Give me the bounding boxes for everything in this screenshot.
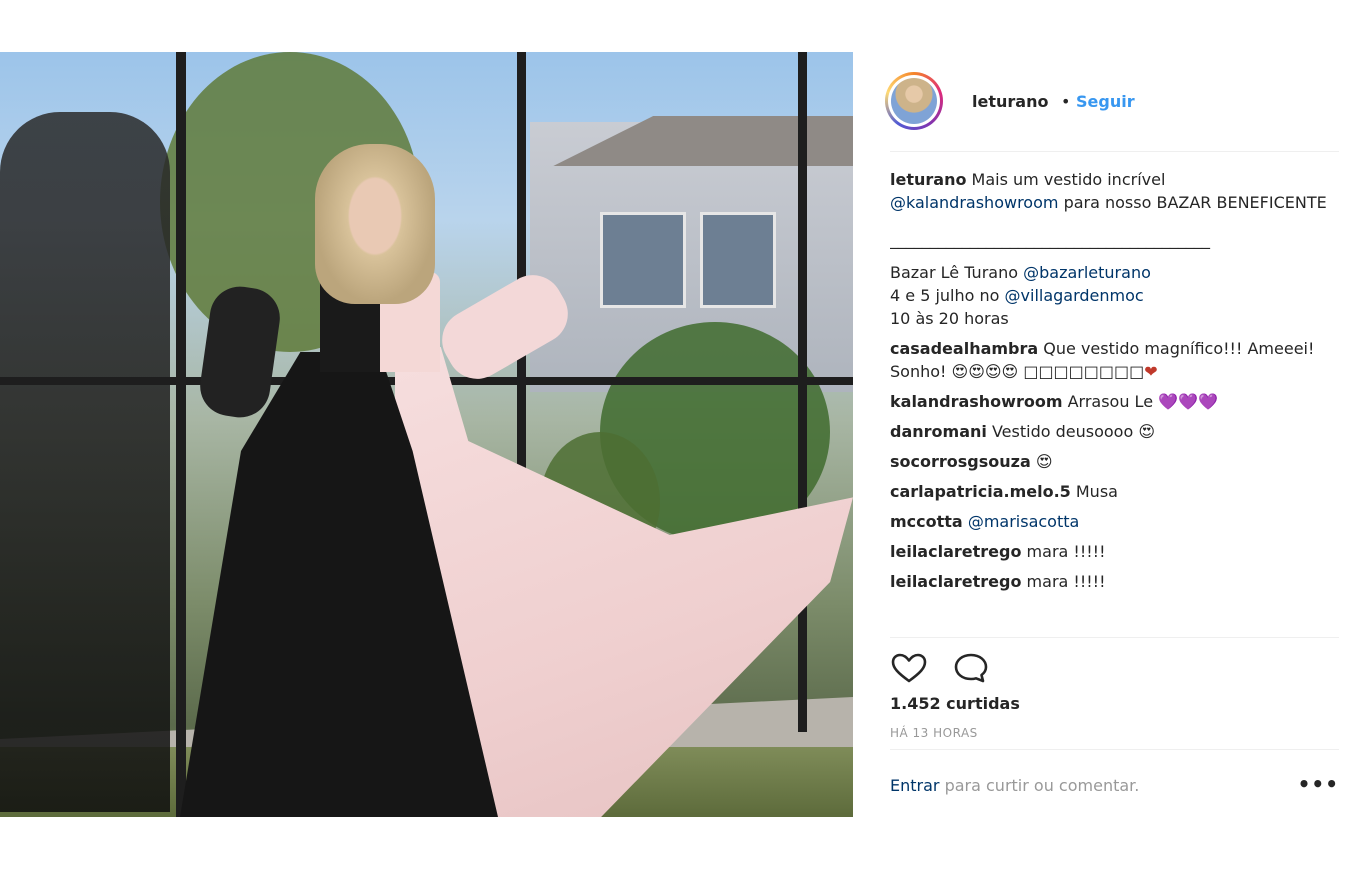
caption-divider: ________________________________________ [890,230,1210,249]
comment-username[interactable]: leilaclaretrego [890,542,1021,561]
post-timestamp[interactable]: HÁ 13 HORAS [890,726,978,740]
house-window [700,212,776,308]
window-frame [176,52,186,817]
story-ring [885,72,943,130]
avatar-image [891,78,937,124]
house-window [600,212,686,308]
comment-username[interactable]: mccotta [890,512,963,531]
caption-text: 4 e 5 julho no [890,286,1000,305]
comment: socorrosgsouza 😍 [890,450,1339,473]
purple-heart-icon: 💜💜💜 [1158,392,1218,411]
red-heart-icon: ❤ [1144,362,1158,381]
comment: kalandrashowroom Arrasou Le 💜💜💜 [890,390,1339,413]
more-options-icon[interactable]: ••• [1298,772,1339,796]
window-frame [798,52,807,732]
comment: leilaclaretrego mara !!!!! [890,570,1339,593]
like-count[interactable]: 1.452 curtidas [890,694,1020,713]
comment-bubble-icon[interactable] [952,652,990,684]
comment-text: 😍 [1035,452,1053,471]
model-head [315,144,435,304]
post-image[interactable] [0,52,853,817]
comment: carlapatricia.melo.5 Musa [890,480,1339,503]
post-actions: 1.452 curtidas HÁ 13 HORAS [890,637,1339,750]
avatar[interactable] [885,72,959,130]
caption-text: Bazar Lê Turano [890,263,1019,282]
caption-text: para nosso BAZAR BENEFICENTE [1063,193,1327,212]
follow-button[interactable]: Seguir [1076,92,1135,111]
caption-line: 4 e 5 julho no @villagardenmoc [890,284,1339,307]
comment-text: mara !!!!! [1026,572,1106,591]
comment-bar: Entrar para curtir ou comentar. ••• [890,749,1339,820]
comment-username[interactable]: socorrosgsouza [890,452,1031,471]
comment-username[interactable]: danromani [890,422,987,441]
login-prompt-text: para curtir ou comentar. [944,776,1140,795]
login-prompt: Entrar para curtir ou comentar. [890,776,1139,795]
avatar-border [888,75,940,127]
comment-text: Arrasou Le [1067,392,1154,411]
caption-username[interactable]: leturano [890,170,966,189]
comment-username[interactable]: carlapatricia.melo.5 [890,482,1071,501]
comment-mention[interactable]: @marisacotta [968,512,1080,531]
comment-text: Musa [1075,482,1118,501]
comments-list: leturano Mais um vestido incrível @kalan… [890,168,1339,593]
login-link[interactable]: Entrar [890,776,939,795]
caption-line: 10 às 20 horas [890,309,1009,328]
caption-mention[interactable]: @bazarleturano [1023,263,1151,282]
comment: casadealhambra Que vestido magnífico!!! … [890,337,1339,383]
comment: leilaclaretrego mara !!!!! [890,540,1339,563]
caption-line: Bazar Lê Turano @bazarleturano [890,261,1339,284]
comment: danromani Vestido deusoooo 😍 [890,420,1339,443]
header-separator: • [1061,92,1071,111]
caption-text: Mais um vestido incrível [971,170,1166,189]
comment-text: mara !!!!! [1026,542,1106,561]
caption-mention[interactable]: @kalandrashowroom [890,193,1058,212]
caption: leturano Mais um vestido incrível @kalan… [890,168,1339,214]
header-username[interactable]: leturano [972,92,1048,111]
heart-icon[interactable] [890,652,928,684]
comment-username[interactable]: casadealhambra [890,339,1038,358]
post-header: leturano • Seguir [885,52,1339,152]
comment: mccotta @marisacotta [890,510,1339,533]
caption-mention[interactable]: @villagardenmoc [1005,286,1144,305]
comment-username[interactable]: kalandrashowroom [890,392,1062,411]
comment-username[interactable]: leilaclaretrego [890,572,1021,591]
comment-text: Vestido deusoooo 😍 [991,422,1155,441]
reflection-silhouette [0,112,170,812]
